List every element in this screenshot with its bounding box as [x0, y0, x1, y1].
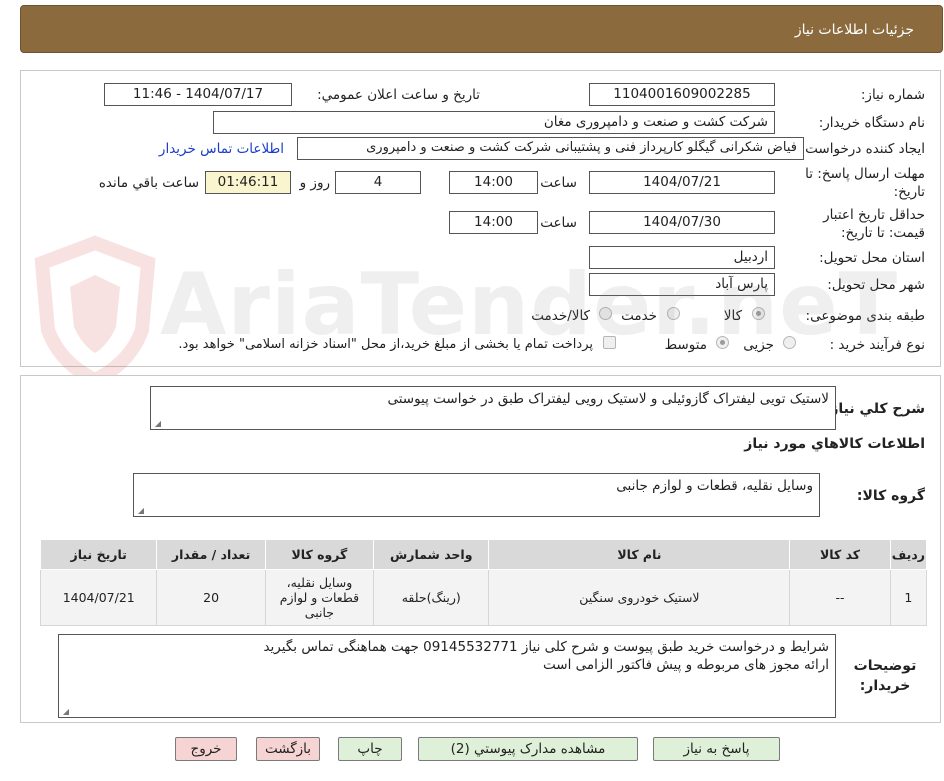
category-option-goods-service: کالا/خدمت — [531, 308, 590, 324]
cell-name: لاستیک خودروی سنگین — [488, 569, 791, 626]
announce-label: تاریخ و ساعت اعلان عمومي: — [317, 87, 480, 103]
cell-unit: (رينگ)حلقه — [373, 569, 490, 626]
resize-handle-icon[interactable]: ◢ — [136, 507, 144, 515]
goods-table: رديف کد کالا نام کالا واحد شمارش گروه کا… — [39, 539, 928, 626]
need-number-label: شماره نیاز: — [860, 87, 925, 103]
treasury-checkbox[interactable] — [603, 336, 616, 349]
goods-panel: شرح کلي نياز: لاستیک تویی لیفتراک گازوئی… — [20, 375, 941, 723]
col-unit-header: واحد شمارش — [373, 539, 490, 570]
process-option-medium: متوسط — [664, 337, 707, 353]
reply-button[interactable]: پاسخ به نياز — [653, 737, 780, 761]
validity-label-text: حداقل تاريخ اعتبار قيمت: تا تاريخ: — [823, 207, 925, 241]
validity-time-label: ساعت — [540, 215, 577, 231]
cell-group: وسایل نقلیه، قطعات و لوازم جانبی — [264, 569, 375, 626]
col-code-header: کد کالا — [789, 539, 891, 570]
cell-date: 1404/07/21 — [39, 569, 158, 626]
summary-text: لاستیک تویی لیفتراک گازوئیلی و لاستیک رو… — [387, 391, 829, 407]
table-row: 1 -- لاستیک خودروی سنگین (رينگ)حلقه وسای… — [39, 569, 928, 626]
city-label: شهر محل تحويل: — [827, 277, 925, 293]
province-label: استان محل تحويل: — [819, 250, 925, 266]
treasury-note: پرداخت تمام يا بخشی از مبلغ خريد،از محل … — [178, 337, 593, 352]
category-radio-goods-service[interactable] — [599, 307, 612, 320]
cell-code: -- — [789, 569, 891, 626]
days-field[interactable]: 4 — [335, 171, 421, 194]
notes-line-2: ارائه مجوز های مربوطه و پیش فاکتور الزام… — [543, 657, 829, 673]
print-button[interactable]: چاپ — [338, 737, 402, 761]
cell-qty: 20 — [156, 569, 266, 626]
resize-handle-icon[interactable]: ◢ — [153, 420, 161, 428]
notes-textarea[interactable]: شرایط و درخواست خرید طبق پیوست و شرح کلی… — [58, 634, 836, 718]
cell-row: 1 — [889, 569, 928, 626]
view-attachments-button[interactable]: مشاهده مدارک پيوستي (2) — [418, 737, 638, 761]
need-info-panel: شماره نیاز: 1104001609002285 تاریخ و ساع… — [20, 70, 941, 367]
category-option-service: خدمت — [621, 308, 657, 324]
deadline-time-field[interactable]: 14:00 — [449, 171, 538, 194]
summary-textarea[interactable]: لاستیک تویی لیفتراک گازوئیلی و لاستیک رو… — [150, 386, 836, 430]
deadline-label: مهلت ارسال پاسخ: تا تاریخ: — [795, 165, 925, 201]
deadline-time-label: ساعت — [540, 175, 577, 191]
col-row-header: رديف — [889, 539, 928, 570]
remaining-time-field: 01:46:11 — [205, 171, 291, 194]
page-header: جزئیات اطلاعات نیاز — [20, 5, 943, 53]
days-label: روز و — [299, 175, 330, 191]
deadline-label-text: مهلت ارسال پاسخ: تا تاریخ: — [805, 166, 925, 200]
need-number-field[interactable]: 1104001609002285 — [589, 83, 775, 106]
col-date-header: تاريخ نياز — [39, 539, 158, 570]
process-radio-medium[interactable] — [716, 336, 729, 349]
col-group-header: گروه کالا — [264, 539, 375, 570]
exit-button[interactable]: خروج — [175, 737, 237, 761]
process-radio-minor[interactable] — [783, 336, 796, 349]
goods-group-label: گروه کالا: — [856, 488, 925, 504]
goods-group-text: وسایل نقلیه، قطعات و لوازم جانبی — [616, 478, 813, 494]
notes-line-1: شرایط و درخواست خرید طبق پیوست و شرح کلی… — [263, 639, 829, 655]
city-field[interactable]: پارس آباد — [589, 273, 775, 296]
page-title: جزئیات اطلاعات نیاز — [794, 22, 914, 38]
buyer-org-label: نام دستگاه خريدار: — [818, 115, 925, 131]
col-name-header: نام کالا — [488, 539, 791, 570]
back-button[interactable]: بازگشت — [256, 737, 320, 761]
notes-label: توضيحات خريدار: — [845, 656, 925, 696]
col-qty-header: تعداد / مقدار — [156, 539, 266, 570]
buyer-org-field[interactable]: شرکت کشت و صنعت و دامپروری مغان — [213, 111, 775, 134]
creator-label: ایجاد کننده درخواست: — [800, 141, 925, 157]
announce-field[interactable]: 1404/07/17 - 11:46 — [104, 83, 292, 106]
goods-info-title: اطلاعات کالاهاي مورد نياز — [744, 436, 925, 452]
process-label: نوع فرآيند خريد : — [829, 337, 925, 353]
validity-label: حداقل تاريخ اعتبار قيمت: تا تاريخ: — [795, 206, 925, 242]
deadline-date-field[interactable]: 1404/07/21 — [589, 171, 775, 194]
validity-time-field[interactable]: 14:00 — [449, 211, 538, 234]
province-field[interactable]: اردبیل — [589, 246, 775, 269]
category-radio-goods[interactable] — [752, 307, 765, 320]
category-radio-service[interactable] — [667, 307, 680, 320]
remaining-label: ساعت باقي مانده — [98, 175, 199, 191]
buyer-contact-link[interactable]: اطلاعات تماس خریدار — [159, 141, 284, 157]
category-label: طبقه بندی موضوعی: — [805, 308, 925, 324]
creator-field[interactable]: فیاض شکرانی گیگلو کارپرداز فنی و پشتیبان… — [297, 137, 804, 160]
notes-label-text: توضيحات خريدار: — [853, 658, 917, 694]
validity-date-field[interactable]: 1404/07/30 — [589, 211, 775, 234]
category-option-goods: کالا — [723, 308, 742, 324]
goods-group-textarea[interactable]: وسایل نقلیه، قطعات و لوازم جانبی ◢ — [133, 473, 820, 517]
summary-label: شرح کلي نياز: — [824, 401, 925, 417]
process-option-minor: جزیی — [743, 337, 774, 353]
table-header-row: رديف کد کالا نام کالا واحد شمارش گروه کا… — [39, 539, 928, 570]
resize-handle-icon[interactable]: ◢ — [61, 708, 69, 716]
